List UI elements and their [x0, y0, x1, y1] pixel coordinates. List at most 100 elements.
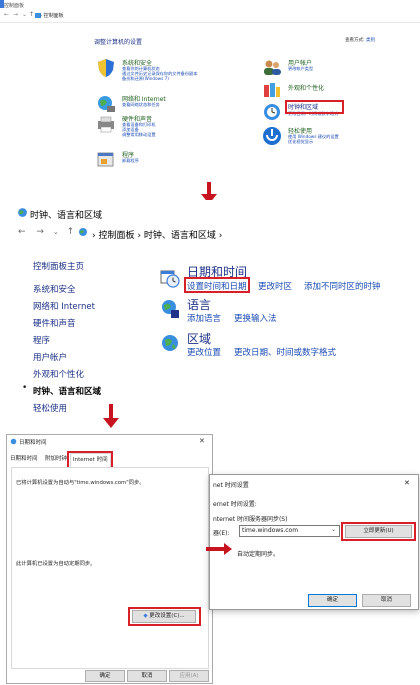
clock-globe-icon: [264, 104, 280, 120]
category-link[interactable]: 查看网络状态和任务: [122, 102, 160, 107]
breadcrumb-sep: ›: [134, 231, 144, 241]
sidebar-item-appearance[interactable]: 外观和个性化: [33, 368, 84, 380]
sidebar-item-system-security[interactable]: 系统和安全: [33, 283, 76, 295]
server-value: time.windows.com: [242, 527, 299, 534]
flow-arrow-right-icon: [224, 543, 232, 555]
clock-globe-icon: [18, 208, 27, 217]
cancel-button[interactable]: 取消: [127, 670, 167, 682]
category-ease-of-access[interactable]: 轻松使用 使用 Windows 建议的设置 优化视觉显示: [262, 126, 412, 150]
tab-additional-clocks[interactable]: 附加时钟: [45, 453, 67, 466]
ease-of-access-icon: [263, 127, 281, 145]
link-add-language[interactable]: 添加语言: [187, 312, 221, 324]
link-change-input[interactable]: 更换输入法: [234, 312, 277, 324]
up-arrow-icon[interactable]: ↑: [29, 11, 34, 18]
apply-button[interactable]: 应用(A): [169, 670, 209, 682]
tab-date-time[interactable]: 日期和时间: [10, 453, 38, 466]
users-icon: [264, 60, 281, 75]
dialog-title: 日期和时间: [19, 440, 47, 446]
dialog-titlebar: 日期和时间 ✕: [7, 435, 212, 449]
highlight-box: [128, 607, 201, 626]
forward-arrow-icon[interactable]: →: [36, 227, 44, 237]
server-label: 器(E):: [213, 530, 230, 537]
section-title-language[interactable]: 语言: [187, 296, 211, 313]
settings-label: ernet 时间设置:: [213, 501, 257, 508]
auto-sync-text: 此计算机已设置为自动定期同步。: [16, 561, 96, 567]
clock-region-window: 时钟、语言和区域 ← → ⌄ ↑ › 控制面板 › 时钟、语言和区域 › 控制面…: [0, 200, 420, 414]
category-link[interactable]: 调整常用移动设置: [122, 132, 156, 137]
forward-arrow-icon[interactable]: →: [13, 11, 18, 18]
nav-buttons: ← → ⌄ ↑: [18, 227, 74, 237]
region-globe-icon: [162, 335, 178, 351]
breadcrumb-item[interactable]: 控制面板: [98, 231, 134, 241]
sync-checkbox-label[interactable]: nternet 时间服务器同步(S): [213, 514, 287, 523]
ok-button[interactable]: 确定: [308, 594, 357, 607]
category-appearance[interactable]: 外观和个性化: [262, 80, 412, 97]
back-arrow-icon[interactable]: ←: [4, 11, 9, 18]
server-combobox[interactable]: time.windows.com ⌄: [239, 525, 340, 537]
date-time-dialog: 日期和时间 ✕ 日期和时间 附加时钟 Internet 时间 已将计算机设置为自…: [6, 434, 213, 684]
internet-time-settings-dialog: net 时间设置 ✕ ernet 时间设置: nternet 时间服务器同步(S…: [209, 474, 419, 610]
highlight-box: [341, 522, 416, 541]
sync-status-text: 已将计算机设置为自动与"time.windows.com"同步。: [16, 480, 145, 486]
programs-icon: [97, 152, 114, 167]
dialog-title: net 时间设置: [213, 482, 249, 489]
breadcrumb-sep: ›: [215, 231, 223, 241]
sidebar-home[interactable]: 控制面板主页: [33, 260, 84, 272]
sidebar-item-network[interactable]: 网络和 Internet: [33, 300, 95, 312]
category-system-security[interactable]: 系统和安全 查看你的计算机状态 通过文件历史记录保存你的文件备份副本 备份和还原…: [96, 58, 246, 90]
close-icon[interactable]: ✕: [404, 479, 410, 487]
link-add-clocks[interactable]: 添加不同时区的时钟: [304, 280, 381, 292]
page-title: 调整计算机的设置: [94, 39, 143, 46]
cancel-button[interactable]: 取消: [362, 594, 411, 607]
sidebar-item-hardware[interactable]: 硬件和声音: [33, 317, 76, 329]
flow-arrow-down-icon: [103, 418, 119, 428]
category-link[interactable]: 卸载程序: [122, 158, 139, 163]
sidebar-item-clock-region: 时钟、语言和区域: [33, 387, 102, 397]
appearance-icon: [264, 83, 280, 97]
back-arrow-icon[interactable]: ←: [18, 227, 26, 237]
view-mode-dropdown[interactable]: 类别: [366, 38, 375, 43]
sidebar-item-user-accounts[interactable]: 用户帐户: [33, 351, 67, 363]
view-by-label: 查看方式:: [345, 38, 365, 43]
sidebar-item-programs[interactable]: 程序: [33, 334, 50, 346]
category-link[interactable]: 优化视觉显示: [288, 139, 313, 144]
flow-arrow-shaft: [206, 547, 226, 551]
view-by: 查看方式: 类别: [345, 37, 375, 43]
language-icon: [162, 300, 179, 318]
printer-icon: [98, 116, 114, 133]
clock-globe-icon: [79, 228, 87, 236]
clock-icon: [10, 438, 17, 445]
link-change-timezone[interactable]: 更改时区: [258, 280, 292, 292]
breadcrumb[interactable]: › 控制面板: [40, 12, 64, 19]
window-title: 控制面板: [4, 3, 25, 9]
link-change-formats[interactable]: 更改日期、时间或数字格式: [234, 346, 336, 358]
category-user-accounts[interactable]: 用户帐户 更改帐户类型: [262, 58, 412, 78]
calendar-clock-icon: [160, 270, 180, 288]
sync-status-text: 自动定期同步。: [237, 551, 280, 558]
sidebar-item-ease-of-access[interactable]: 轻松使用: [33, 402, 67, 414]
highlight-box: [184, 277, 250, 293]
control-panel-window: 控制面板 ← → ⌄ ↑ › 控制面板 调整计算机的设置 查看方式: 类别 系统…: [0, 0, 420, 190]
category-programs[interactable]: 程序 卸载程序: [96, 150, 246, 168]
window-title: 时钟、语言和区域: [30, 211, 103, 221]
current-bullet: •: [22, 383, 28, 393]
category-title[interactable]: 外观和个性化: [288, 83, 324, 92]
dropdown-icon[interactable]: ⌄: [53, 228, 59, 236]
category-link[interactable]: 备份和还原(Windows 7): [122, 76, 169, 81]
category-hardware-sound[interactable]: 硬件和声音 查看设备和打印机 添加设备 调整常用移动设置: [96, 114, 246, 142]
dropdown-icon[interactable]: ⌄: [22, 11, 27, 18]
chevron-down-icon[interactable]: ⌄: [331, 526, 336, 533]
breadcrumb-item[interactable]: 时钟、语言和区域: [144, 231, 216, 241]
category-link[interactable]: 更改帐户类型: [288, 66, 313, 71]
up-arrow-icon[interactable]: ↑: [67, 227, 75, 237]
section-title-region[interactable]: 区域: [187, 330, 211, 347]
breadcrumb: › 控制面板 › 时钟、语言和区域 ›: [92, 228, 222, 241]
link-change-location[interactable]: 更改位置: [187, 346, 221, 358]
category-network[interactable]: 网络和 Internet 查看网络状态和任务: [96, 94, 246, 112]
shield-icon: [98, 59, 114, 77]
ok-button[interactable]: 确定: [85, 670, 125, 682]
globe-network-icon: [98, 96, 115, 112]
tab-panel-internet-time: 已将计算机设置为自动与"time.windows.com"同步。 此计算机已设置…: [11, 467, 209, 669]
close-icon[interactable]: ✕: [199, 437, 205, 445]
highlight-box: [285, 100, 344, 114]
